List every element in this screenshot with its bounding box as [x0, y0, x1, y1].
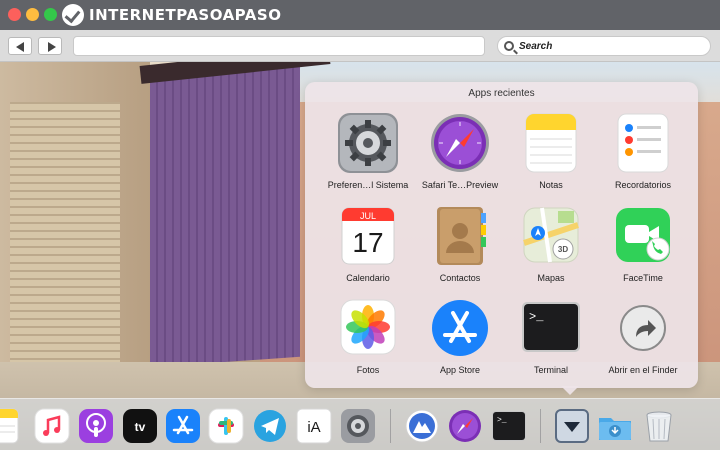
- calendar-month: JUL: [360, 211, 376, 221]
- back-arrow-icon: [16, 42, 24, 52]
- dock-safari-preview[interactable]: [447, 408, 483, 444]
- app-tile-contacts[interactable]: Contactos: [412, 205, 508, 295]
- dock-app-store[interactable]: [165, 408, 201, 444]
- app-label: Safari Te…Preview: [421, 180, 499, 190]
- app-label: Contactos: [439, 273, 481, 283]
- app-label: Notas: [539, 180, 563, 190]
- safari-preview-icon: [431, 114, 489, 172]
- search-field[interactable]: Search: [497, 36, 711, 56]
- close-window-button[interactable]: [8, 8, 21, 21]
- app-label: Calendario: [346, 273, 390, 283]
- app-label: Fotos: [356, 365, 380, 375]
- app-tile-open-in-finder[interactable]: Abrir en el Finder: [595, 297, 691, 387]
- wallpaper-stairs: [10, 102, 120, 382]
- app-label: Recordatorios: [614, 180, 672, 190]
- app-tile-terminal[interactable]: >_ Terminal: [503, 297, 599, 387]
- dock-notes[interactable]: [0, 408, 22, 444]
- maps-3d-badge: 3D: [558, 245, 568, 254]
- app-tile-photos[interactable]: Fotos: [320, 297, 416, 387]
- app-label: FaceTime: [623, 273, 663, 283]
- app-tile-system-preferences[interactable]: Preferen…l Sistema: [320, 112, 416, 202]
- app-tile-calendar[interactable]: JUL 17 Calendario: [320, 205, 416, 295]
- app-label: Terminal: [533, 365, 568, 375]
- app-label: Mapas: [537, 273, 565, 283]
- ia-writer-label: iA: [307, 419, 320, 436]
- dock-apple-tv[interactable]: tv: [122, 408, 158, 444]
- app-store-icon: [432, 300, 488, 356]
- site-logo-text: INTERNETPASOAPASO: [89, 6, 282, 24]
- reminders-icon: [617, 113, 669, 173]
- system-preferences-icon: [338, 113, 398, 173]
- open-in-finder-icon: [620, 305, 666, 351]
- dock-apps-stack[interactable]: [554, 408, 590, 444]
- calendar-day: 17: [352, 227, 383, 258]
- dock-music[interactable]: [34, 408, 70, 444]
- terminal-icon: >_: [522, 302, 580, 352]
- app-tile-safari-preview[interactable]: Safari Te…Preview: [412, 112, 508, 202]
- window-titlebar: INTERNETPASOAPASO: [0, 0, 720, 30]
- stack-title: Apps recientes: [468, 88, 535, 99]
- forward-arrow-icon: [48, 42, 56, 52]
- minimize-window-button[interactable]: [26, 8, 39, 21]
- stack-pointer: [561, 386, 579, 395]
- dock-podcasts[interactable]: [78, 408, 114, 444]
- app-tile-facetime[interactable]: FaceTime: [595, 205, 691, 295]
- dock-separator: [390, 409, 391, 443]
- app-label: App Store: [439, 365, 481, 375]
- app-tile-reminders[interactable]: Recordatorios: [595, 112, 691, 202]
- dock-terminal[interactable]: >_: [491, 408, 527, 444]
- maps-icon: 3D: [523, 207, 579, 263]
- dock-trash[interactable]: [641, 408, 677, 444]
- wallpaper-purple-house: [150, 62, 300, 368]
- dock-separator: [540, 409, 541, 443]
- back-button[interactable]: [8, 37, 32, 55]
- app-label: Abrir en el Finder: [608, 365, 678, 375]
- dock-terminal-prompt: >_: [497, 416, 507, 425]
- facetime-icon: [616, 208, 670, 262]
- checkmark-logo-icon: [62, 4, 84, 26]
- address-bar[interactable]: [73, 36, 485, 56]
- site-logo: INTERNETPASOAPASO: [62, 3, 281, 27]
- app-tile-notes[interactable]: Notas: [503, 112, 599, 202]
- dock: tv iA >_: [0, 398, 720, 450]
- search-icon: [504, 41, 514, 51]
- calendar-icon: JUL 17: [341, 207, 395, 265]
- app-tile-maps[interactable]: 3D Mapas: [503, 205, 599, 295]
- photos-icon: [340, 299, 396, 355]
- notes-icon: [525, 113, 577, 173]
- app-label: Preferen…l Sistema: [327, 180, 409, 190]
- forward-button[interactable]: [38, 37, 62, 55]
- zoom-window-button[interactable]: [44, 8, 57, 21]
- browser-toolbar: Search: [0, 30, 720, 62]
- recent-apps-stack: Apps recientes Preferen…l Sistema Safari…: [305, 82, 698, 388]
- search-placeholder: Search: [519, 40, 553, 52]
- dock-slack[interactable]: [208, 408, 244, 444]
- app-tile-app-store[interactable]: App Store: [412, 297, 508, 387]
- dock-system-preferences[interactable]: [340, 408, 376, 444]
- dock-nordvpn[interactable]: [404, 408, 440, 444]
- dock-ia-writer[interactable]: iA: [296, 408, 332, 444]
- dock-telegram[interactable]: [252, 408, 288, 444]
- terminal-prompt: >_: [529, 310, 544, 324]
- contacts-icon: [437, 207, 486, 265]
- apple-tv-label: tv: [135, 420, 146, 434]
- dock-downloads[interactable]: [597, 408, 633, 444]
